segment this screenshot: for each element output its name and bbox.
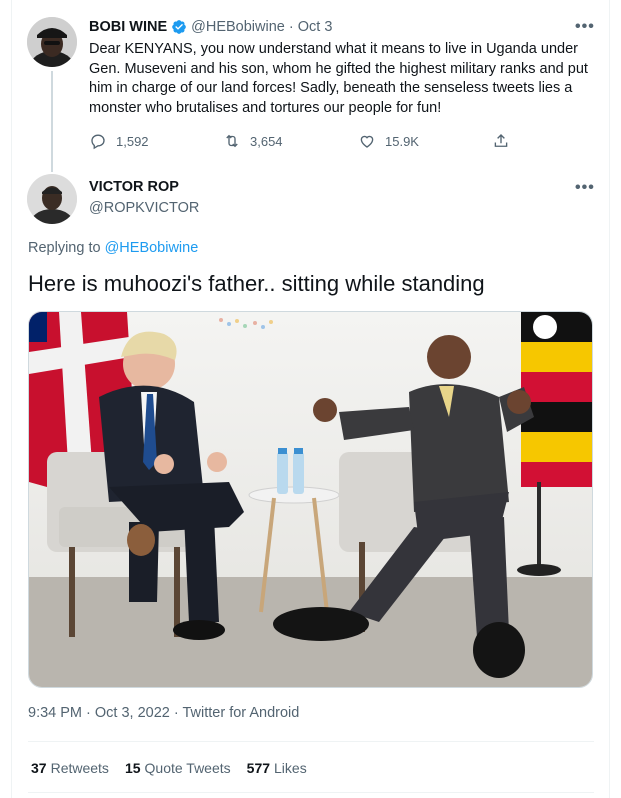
quotes-label: Quote Tweets <box>144 760 231 776</box>
more-icon[interactable]: ••• <box>575 18 595 36</box>
parent-tweet-date[interactable]: Oct 3 <box>298 19 333 35</box>
divider <box>28 792 594 793</box>
retweets-stat[interactable]: 37 Retweets <box>31 760 109 776</box>
dot-separator: · <box>284 19 298 35</box>
tweet-timestamp[interactable]: 9:34 PM · Oct 3, 2022 · Twitter for Andr… <box>28 705 299 721</box>
retweets-count: 37 <box>31 760 47 776</box>
retweet-count: 3,654 <box>250 133 283 149</box>
verified-badge-icon <box>172 20 186 34</box>
parent-tweet-actions: 1,592 3,654 15.9K <box>89 132 519 152</box>
quote-tweets-stat[interactable]: 15 Quote Tweets <box>125 760 231 776</box>
replying-to-label: Replying to <box>28 240 101 256</box>
like-icon <box>360 135 374 148</box>
more-icon[interactable]: ••• <box>575 179 595 197</box>
reply-icon <box>91 134 105 150</box>
retweet-icon <box>226 134 238 148</box>
replying-to-line: Replying to @HEBobiwine <box>28 240 198 256</box>
replying-to-handle[interactable]: @HEBobiwine <box>105 240 199 256</box>
thread-connector-line <box>51 71 53 172</box>
likes-stat[interactable]: 577 Likes <box>247 760 307 776</box>
photo-illustration <box>29 312 592 687</box>
main-tweet-text: Here is muhoozi's father.. sitting while… <box>28 271 485 296</box>
victor-rop-avatar[interactable] <box>27 174 77 224</box>
like-count: 15.9K <box>385 133 419 149</box>
quotes-count: 15 <box>124 760 141 776</box>
likes-label: Likes <box>274 760 307 776</box>
parent-tweet-header: BOBI WINE @HEBobiwine · Oct 3 <box>89 19 332 35</box>
retweet-button[interactable]: 3,654 <box>223 132 283 150</box>
like-button[interactable]: 15.9K <box>358 132 419 150</box>
bobi-wine-avatar[interactable] <box>27 17 77 67</box>
reply-count: 1,592 <box>116 133 149 149</box>
main-author-handle[interactable]: @ROPKVICTOR <box>89 200 199 216</box>
parent-author-handle[interactable]: @HEBobiwine <box>191 19 285 35</box>
main-author-name[interactable]: VICTOR ROP <box>89 179 179 195</box>
share-icon <box>494 134 508 147</box>
share-button[interactable] <box>492 132 519 150</box>
reply-button[interactable]: 1,592 <box>89 132 149 150</box>
divider <box>28 741 594 742</box>
tweet-photo[interactable] <box>28 311 593 688</box>
parent-tweet-text: Dear KENYANS, you now understand what it… <box>89 41 588 116</box>
tweet-stats: 37 Retweets 15 Quote Tweets 577 Likes <box>31 760 307 776</box>
retweets-label: Retweets <box>50 760 109 776</box>
parent-author-name[interactable]: BOBI WINE <box>89 19 167 35</box>
likes-count: 577 <box>246 760 271 776</box>
